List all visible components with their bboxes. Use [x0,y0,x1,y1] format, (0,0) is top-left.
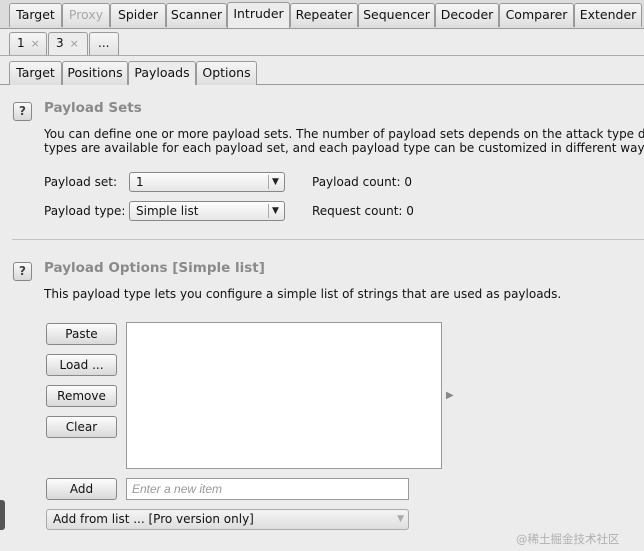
payload-count-text: Payload count: [312,175,401,189]
payload-set-select[interactable]: 1 ▼ [129,172,285,192]
section-divider [12,239,644,240]
close-icon[interactable]: × [31,37,40,50]
request-count-text: Request count: [312,204,403,218]
side-handle[interactable] [0,500,5,530]
tab-spider[interactable]: Spider [110,3,166,27]
add-from-list-select[interactable]: Add from list ... [Pro version only] ▼ [46,509,409,530]
add-from-list-label: Add from list ... [Pro version only] [53,512,254,526]
payload-set-label: Payload set: [44,175,117,189]
subtab-payloads[interactable]: Payloads [128,61,196,85]
payload-count-label: Payload count: 0 [312,175,412,189]
add-button[interactable]: Add [46,478,117,500]
close-icon[interactable]: × [70,37,79,50]
tab-intruder[interactable]: Intruder [227,2,290,28]
payload-type-value: Simple list [136,204,199,218]
subtab-positions[interactable]: Positions [62,61,128,85]
chevron-down-icon: ▼ [268,204,282,218]
tool-tab-bar: Target Proxy Spider Scanner Intruder Rep… [0,0,644,29]
payload-type-select[interactable]: Simple list ▼ [129,201,285,221]
request-count-value: 0 [406,204,414,218]
help-icon[interactable]: ? [13,262,32,281]
payload-sets-description-line-2: types are available for each payload set… [44,141,644,155]
chevron-down-icon: ▼ [268,175,282,189]
subtab-target[interactable]: Target [9,61,62,85]
remove-button[interactable]: Remove [46,385,117,407]
payload-set-value: 1 [136,175,144,189]
attack-tab-label: 1 [17,36,25,50]
payload-count-value: 0 [404,175,412,189]
paste-button[interactable]: Paste [46,323,117,345]
tab-decoder[interactable]: Decoder [435,3,499,27]
watermark: @稀土掘金技术社区 [516,532,620,546]
payload-list[interactable] [126,322,442,469]
subtab-options[interactable]: Options [196,61,257,85]
chevron-down-icon: ▼ [397,514,404,524]
attack-tab-label: 3 [56,36,64,50]
load-button[interactable]: Load ... [46,354,117,376]
attack-tab-bar: 1 × 3 × ... [0,29,644,56]
tab-repeater[interactable]: Repeater [290,3,358,27]
clear-button[interactable]: Clear [46,416,117,438]
payload-sets-description-line-1: You can define one or more payload sets.… [44,127,644,141]
expand-arrow-icon[interactable]: ▶ [446,390,454,401]
intruder-subtab-bar: Target Positions Payloads Options [0,56,644,85]
tab-target[interactable]: Target [9,3,62,27]
tab-sequencer[interactable]: Sequencer [358,3,435,27]
attack-tab-1[interactable]: 1 × [9,32,47,55]
help-icon[interactable]: ? [13,102,32,121]
new-attack-tab[interactable]: ... [89,32,119,55]
tab-scanner[interactable]: Scanner [166,3,227,27]
tab-proxy[interactable]: Proxy [62,3,110,27]
tab-comparer[interactable]: Comparer [499,3,574,27]
payload-options-title: Payload Options [Simple list] [44,260,265,276]
tab-extender[interactable]: Extender [574,3,642,27]
attack-tab-3[interactable]: 3 × [48,32,88,55]
payload-options-description: This payload type lets you configure a s… [44,287,562,301]
payload-sets-title: Payload Sets [44,100,142,116]
request-count-label: Request count: 0 [312,204,414,218]
payload-type-label: Payload type: [44,204,126,218]
new-item-input[interactable] [126,478,409,500]
